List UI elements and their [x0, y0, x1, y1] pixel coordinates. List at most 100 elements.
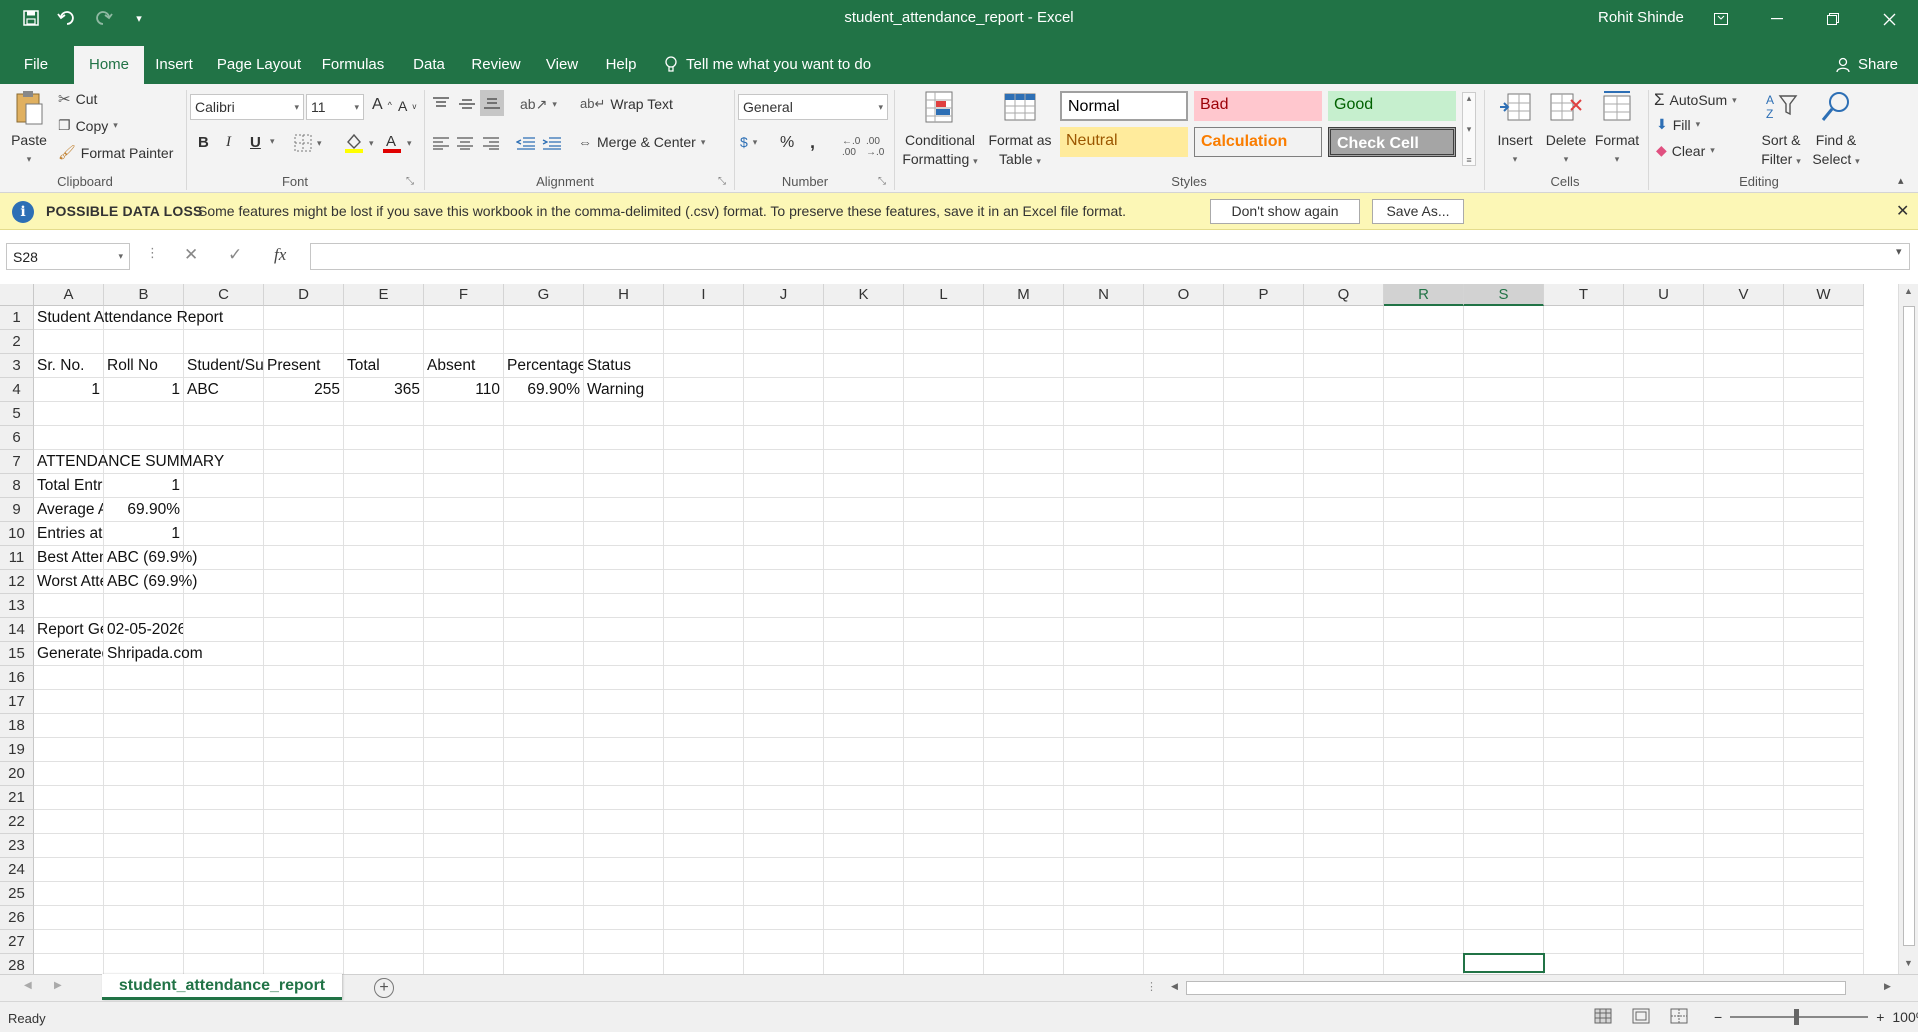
- cell-s8[interactable]: [1464, 474, 1544, 498]
- cell-o9[interactable]: [1144, 498, 1224, 522]
- cell-k6[interactable]: [824, 426, 904, 450]
- cell-n22[interactable]: [1064, 810, 1144, 834]
- insert-cells-button[interactable]: Insert ▾: [1490, 90, 1540, 169]
- zoom-out-icon[interactable]: −: [1714, 1009, 1722, 1025]
- cell-m2[interactable]: [984, 330, 1064, 354]
- cell-m4[interactable]: [984, 378, 1064, 402]
- cell-m17[interactable]: [984, 690, 1064, 714]
- zoom-slider-thumb[interactable]: [1794, 1009, 1800, 1025]
- cell-b4[interactable]: 1: [104, 378, 184, 402]
- cell-s2[interactable]: [1464, 330, 1544, 354]
- cell-j10[interactable]: [744, 522, 824, 546]
- cell-d8[interactable]: [264, 474, 344, 498]
- cell-g18[interactable]: [504, 714, 584, 738]
- cell-b12[interactable]: ABC (69.9%): [104, 570, 197, 594]
- cell-s23[interactable]: [1464, 834, 1544, 858]
- cell-a26[interactable]: [34, 906, 104, 930]
- row-header-19[interactable]: 19: [0, 738, 34, 762]
- cell-a4[interactable]: 1: [34, 378, 104, 402]
- cell-p11[interactable]: [1224, 546, 1304, 570]
- restore-icon[interactable]: [1810, 0, 1856, 38]
- cell-p8[interactable]: [1224, 474, 1304, 498]
- cell-l23[interactable]: [904, 834, 984, 858]
- cell-t19[interactable]: [1544, 738, 1624, 762]
- cell-s9[interactable]: [1464, 498, 1544, 522]
- column-header-j[interactable]: J: [744, 284, 824, 306]
- cell-v5[interactable]: [1704, 402, 1784, 426]
- row-header-25[interactable]: 25: [0, 882, 34, 906]
- cell-a13[interactable]: [34, 594, 104, 618]
- cell-r26[interactable]: [1384, 906, 1464, 930]
- cell-g9[interactable]: [504, 498, 584, 522]
- cell-k25[interactable]: [824, 882, 904, 906]
- cell-i22[interactable]: [664, 810, 744, 834]
- cell-q4[interactable]: [1304, 378, 1384, 402]
- cell-h14[interactable]: [584, 618, 664, 642]
- cell-j22[interactable]: [744, 810, 824, 834]
- cell-c20[interactable]: [184, 762, 264, 786]
- cell-o4[interactable]: [1144, 378, 1224, 402]
- cell-q20[interactable]: [1304, 762, 1384, 786]
- cell-m12[interactable]: [984, 570, 1064, 594]
- cell-u18[interactable]: [1624, 714, 1704, 738]
- cell-u11[interactable]: [1624, 546, 1704, 570]
- cell-l6[interactable]: [904, 426, 984, 450]
- cell-s27[interactable]: [1464, 930, 1544, 954]
- conditional-formatting-button[interactable]: Conditional Formatting ▾: [898, 90, 982, 171]
- cell-h18[interactable]: [584, 714, 664, 738]
- cell-d6[interactable]: [264, 426, 344, 450]
- wrap-text-button[interactable]: ab↵ Wrap Text: [580, 96, 673, 112]
- cell-b16[interactable]: [104, 666, 184, 690]
- cell-t18[interactable]: [1544, 714, 1624, 738]
- cell-d7[interactable]: [264, 450, 344, 474]
- cell-g25[interactable]: [504, 882, 584, 906]
- row-header-15[interactable]: 15: [0, 642, 34, 666]
- next-sheet-icon[interactable]: ▶: [54, 980, 62, 991]
- cell-j18[interactable]: [744, 714, 824, 738]
- cell-w14[interactable]: [1784, 618, 1864, 642]
- cell-a16[interactable]: [34, 666, 104, 690]
- cell-f2[interactable]: [424, 330, 504, 354]
- cell-n21[interactable]: [1064, 786, 1144, 810]
- cell-o10[interactable]: [1144, 522, 1224, 546]
- cell-s7[interactable]: [1464, 450, 1544, 474]
- cell-r22[interactable]: [1384, 810, 1464, 834]
- cell-w20[interactable]: [1784, 762, 1864, 786]
- cell-d20[interactable]: [264, 762, 344, 786]
- cell-i15[interactable]: [664, 642, 744, 666]
- cell-f16[interactable]: [424, 666, 504, 690]
- cell-m25[interactable]: [984, 882, 1064, 906]
- format-cells-button[interactable]: Format ▾: [1592, 90, 1642, 169]
- cell-n27[interactable]: [1064, 930, 1144, 954]
- close-icon[interactable]: [1866, 0, 1912, 38]
- cell-c10[interactable]: [184, 522, 264, 546]
- cell-u9[interactable]: [1624, 498, 1704, 522]
- cell-b2[interactable]: [104, 330, 184, 354]
- cell-a6[interactable]: [34, 426, 104, 450]
- expand-formula-bar-icon[interactable]: ▾: [1896, 245, 1902, 258]
- cell-v7[interactable]: [1704, 450, 1784, 474]
- cell-o12[interactable]: [1144, 570, 1224, 594]
- cell-p7[interactable]: [1224, 450, 1304, 474]
- cell-l26[interactable]: [904, 906, 984, 930]
- cell-v4[interactable]: [1704, 378, 1784, 402]
- style-bad[interactable]: Bad: [1194, 91, 1322, 121]
- column-header-f[interactable]: F: [424, 284, 504, 306]
- delete-cells-button[interactable]: Delete ▾: [1540, 90, 1592, 169]
- cell-t6[interactable]: [1544, 426, 1624, 450]
- cell-n1[interactable]: [1064, 306, 1144, 330]
- cell-h23[interactable]: [584, 834, 664, 858]
- cell-m14[interactable]: [984, 618, 1064, 642]
- cell-g2[interactable]: [504, 330, 584, 354]
- cell-q18[interactable]: [1304, 714, 1384, 738]
- cell-b27[interactable]: [104, 930, 184, 954]
- cell-n6[interactable]: [1064, 426, 1144, 450]
- scroll-left-icon[interactable]: ◀: [1171, 981, 1178, 992]
- cell-e13[interactable]: [344, 594, 424, 618]
- cell-w3[interactable]: [1784, 354, 1864, 378]
- cell-m8[interactable]: [984, 474, 1064, 498]
- cell-d11[interactable]: [264, 546, 344, 570]
- cell-b21[interactable]: [104, 786, 184, 810]
- cell-l19[interactable]: [904, 738, 984, 762]
- cell-s5[interactable]: [1464, 402, 1544, 426]
